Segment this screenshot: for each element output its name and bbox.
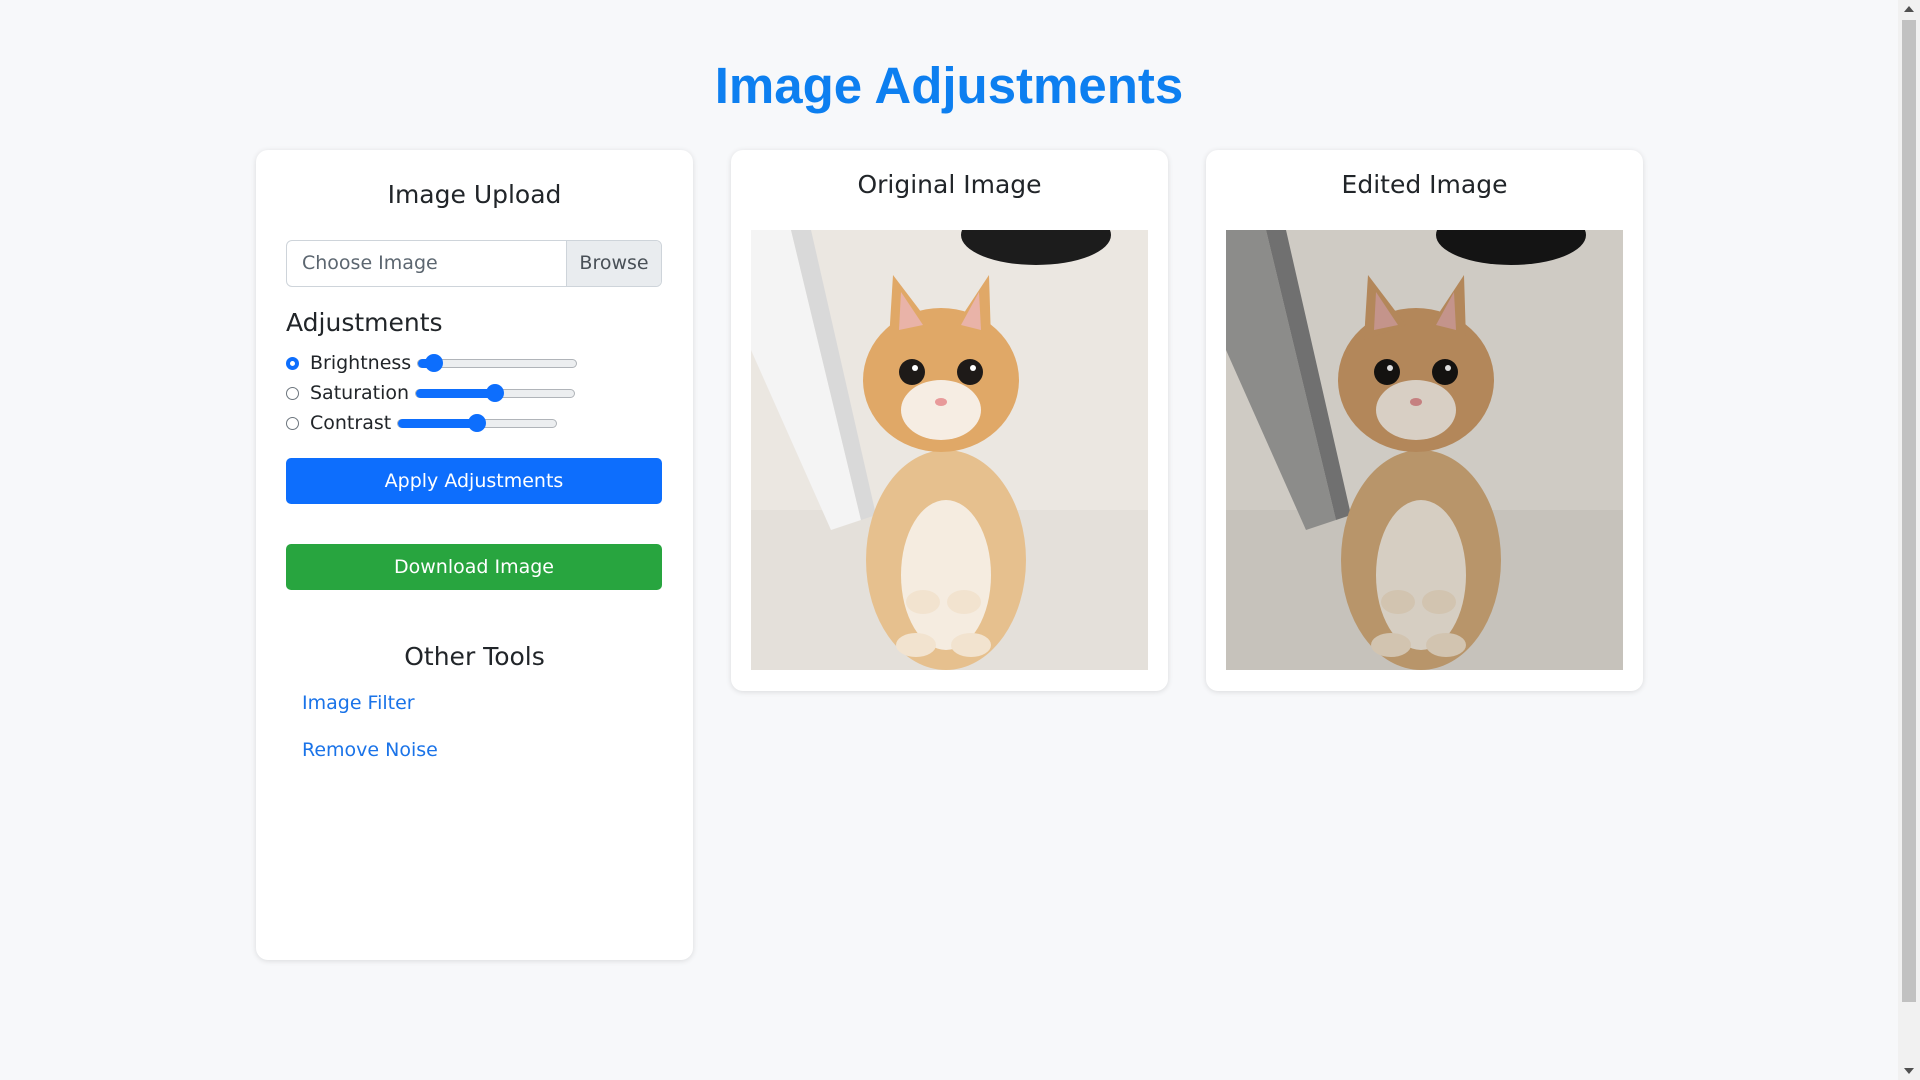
adjustment-row-saturation: Saturation	[286, 380, 576, 406]
saturation-slider-thumb[interactable]	[486, 383, 505, 402]
file-input-placeholder[interactable]: Choose Image	[287, 241, 566, 286]
file-input[interactable]: Choose Image Browse	[286, 240, 662, 287]
original-image-card: Original Image	[731, 150, 1168, 691]
browse-button[interactable]: Browse	[566, 241, 661, 286]
download-image-button[interactable]: Download Image	[286, 544, 662, 590]
remove-noise-link[interactable]: Remove Noise	[302, 739, 438, 761]
brightness-label: Brightness	[310, 352, 412, 374]
contrast-label: Contrast	[310, 412, 392, 434]
edited-image-card: Edited Image	[1206, 150, 1643, 691]
apply-adjustments-button[interactable]: Apply Adjustments	[286, 458, 662, 504]
contrast-radio[interactable]	[286, 416, 299, 430]
scroll-down-arrow-icon[interactable]	[1904, 1068, 1914, 1074]
scrollbar-thumb[interactable]	[1902, 20, 1916, 1002]
contrast-slider[interactable]	[397, 413, 558, 432]
original-image-heading: Original Image	[857, 170, 1042, 199]
contrast-slider-thumb[interactable]	[468, 413, 487, 432]
page-scrollbar[interactable]	[1898, 0, 1920, 1080]
other-tools-heading: Other Tools	[404, 642, 545, 671]
scroll-up-arrow-icon[interactable]	[1904, 6, 1914, 12]
saturation-slider[interactable]	[415, 383, 576, 402]
page-title: Image Adjustments	[714, 57, 1184, 114]
original-image	[751, 230, 1148, 670]
saturation-label: Saturation	[310, 382, 410, 404]
adjustments-heading: Adjustments	[286, 308, 443, 337]
saturation-radio[interactable]	[286, 386, 299, 400]
adjustment-row-contrast: Contrast	[286, 410, 558, 436]
brightness-slider[interactable]	[417, 353, 578, 372]
upload-heading: Image Upload	[387, 180, 562, 209]
brightness-radio[interactable]	[286, 356, 299, 370]
edited-image	[1226, 230, 1623, 670]
controls-card: Image Upload Choose Image Browse Adjustm…	[256, 150, 693, 960]
brightness-slider-thumb[interactable]	[425, 353, 444, 372]
edited-image-heading: Edited Image	[1341, 170, 1508, 199]
image-filter-link[interactable]: Image Filter	[302, 692, 415, 714]
adjustment-row-brightness: Brightness	[286, 350, 578, 376]
